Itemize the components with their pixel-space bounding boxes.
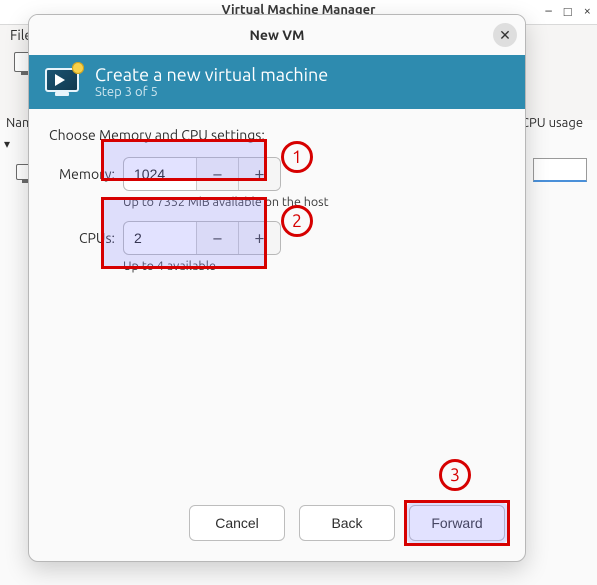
parent-close-button[interactable]: × xyxy=(584,4,591,19)
forward-button[interactable]: Forward xyxy=(409,505,505,541)
parent-usage-cell xyxy=(533,158,587,182)
cpus-decrement-button[interactable]: − xyxy=(196,222,238,254)
minus-icon: − xyxy=(212,228,222,248)
dialog-close-button[interactable]: ✕ xyxy=(493,23,517,47)
memory-input[interactable] xyxy=(124,158,196,190)
dialog-titlebar: New VM ✕ xyxy=(29,15,525,55)
back-button[interactable]: Back xyxy=(299,505,395,541)
cpus-input[interactable] xyxy=(124,222,196,254)
dialog-title: New VM xyxy=(249,27,304,43)
close-icon: ✕ xyxy=(499,27,511,44)
vm-wizard-icon xyxy=(43,65,83,99)
cpus-spin: − + xyxy=(123,221,281,255)
parent-min-button[interactable]: – xyxy=(545,4,551,19)
parent-tree-expander[interactable]: ▾ xyxy=(4,137,10,151)
memory-spin: − + xyxy=(123,157,281,191)
memory-increment-button[interactable]: + xyxy=(238,158,280,190)
minus-icon: − xyxy=(212,164,222,184)
memory-row: Memory: − + xyxy=(49,157,505,191)
cpus-label: CPUs: xyxy=(49,230,115,246)
parent-window-controls: – □ × xyxy=(545,4,591,19)
dialog-header-title: Create a new virtual machine xyxy=(95,65,328,85)
dialog-header-step: Step 3 of 5 xyxy=(95,85,328,99)
cpus-increment-button[interactable]: + xyxy=(238,222,280,254)
new-vm-dialog: New VM ✕ Create a new virtual machine St… xyxy=(28,14,526,562)
parent-max-button[interactable]: □ xyxy=(564,4,572,19)
dialog-header: Create a new virtual machine Step 3 of 5 xyxy=(29,55,525,109)
dialog-header-text: Create a new virtual machine Step 3 of 5 xyxy=(95,65,328,99)
dialog-footer: Cancel Back Forward xyxy=(29,489,525,561)
plus-icon: + xyxy=(254,228,264,248)
section-title: Choose Memory and CPU settings: xyxy=(49,127,505,143)
cancel-button[interactable]: Cancel xyxy=(189,505,285,541)
memory-hint: Up to 7352 MiB available on the host xyxy=(123,195,505,209)
dialog-body: Choose Memory and CPU settings: Memory: … xyxy=(29,109,525,489)
memory-label: Memory: xyxy=(49,166,115,182)
parent-col-usage: CPU usage xyxy=(521,116,593,130)
memory-decrement-button[interactable]: − xyxy=(196,158,238,190)
plus-icon: + xyxy=(254,164,264,184)
cpus-row: CPUs: − + xyxy=(49,221,505,255)
cpus-hint: Up to 4 available xyxy=(123,259,505,273)
